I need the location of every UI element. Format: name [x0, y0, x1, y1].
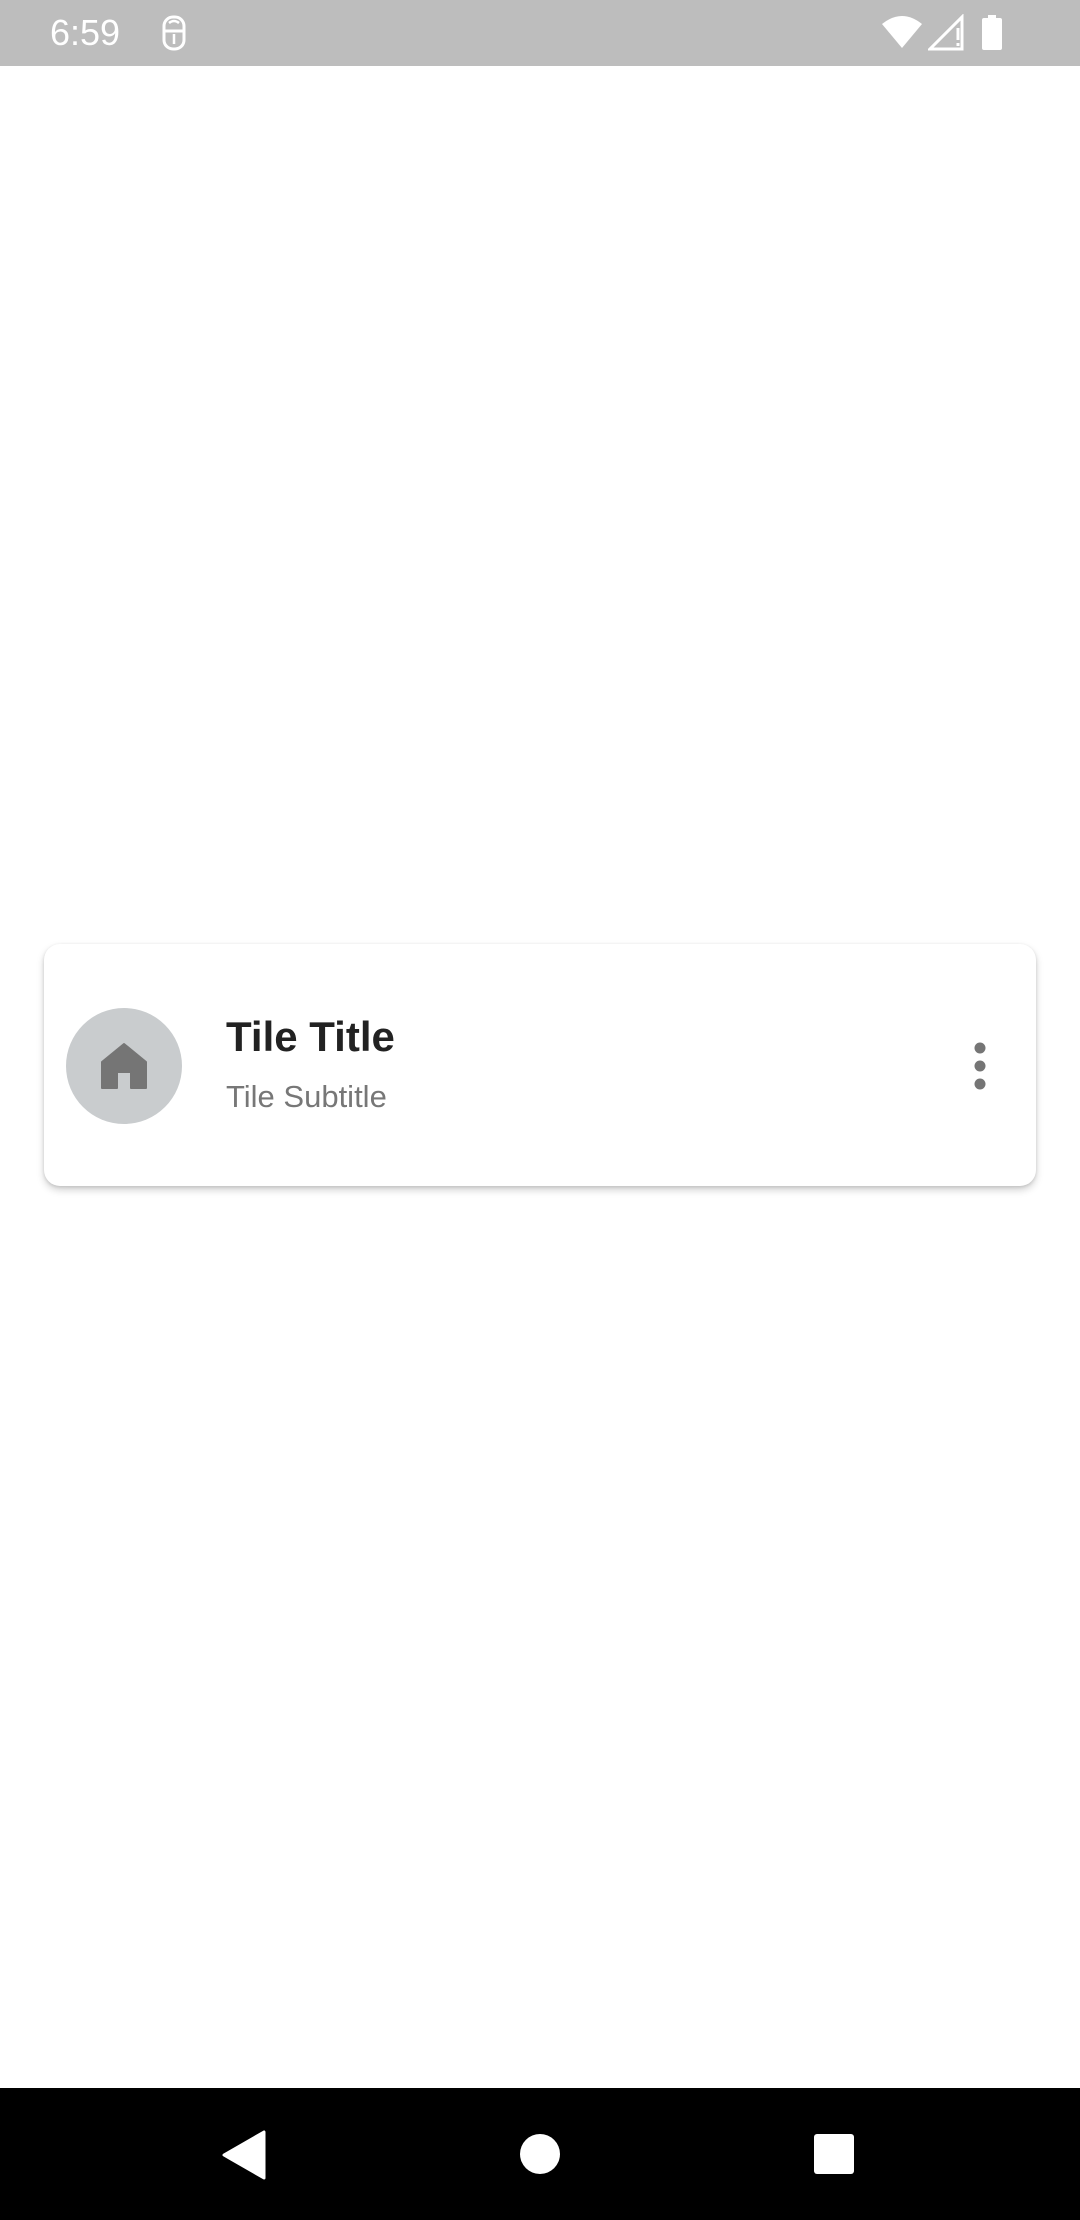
more-vert-icon	[974, 1042, 986, 1090]
status-time: 6:59	[50, 12, 121, 53]
recents-icon	[814, 2134, 854, 2174]
navigation-bar	[0, 2088, 1080, 2220]
recents-button[interactable]	[813, 2133, 855, 2175]
notification-app-icon	[158, 14, 190, 52]
battery-icon	[980, 14, 1004, 52]
home-nav-icon	[520, 2134, 560, 2174]
back-button[interactable]	[222, 2130, 266, 2180]
more-options-button[interactable]	[950, 1036, 1010, 1096]
tile-subtitle: Tile Subtitle	[226, 1079, 387, 1114]
cellular-signal-icon	[926, 13, 966, 52]
tile-avatar	[66, 1008, 182, 1124]
screen: 6:59 Tile Title Tile Subtitle	[0, 0, 1080, 2220]
list-tile-card[interactable]: Tile Title Tile Subtitle	[44, 944, 1036, 1186]
wifi-icon	[880, 14, 924, 52]
tile-title: Tile Title	[226, 1013, 395, 1060]
back-icon	[222, 2130, 266, 2180]
status-bar: 6:59	[0, 0, 1080, 66]
home-icon	[101, 1043, 147, 1089]
home-button[interactable]	[519, 2133, 561, 2175]
